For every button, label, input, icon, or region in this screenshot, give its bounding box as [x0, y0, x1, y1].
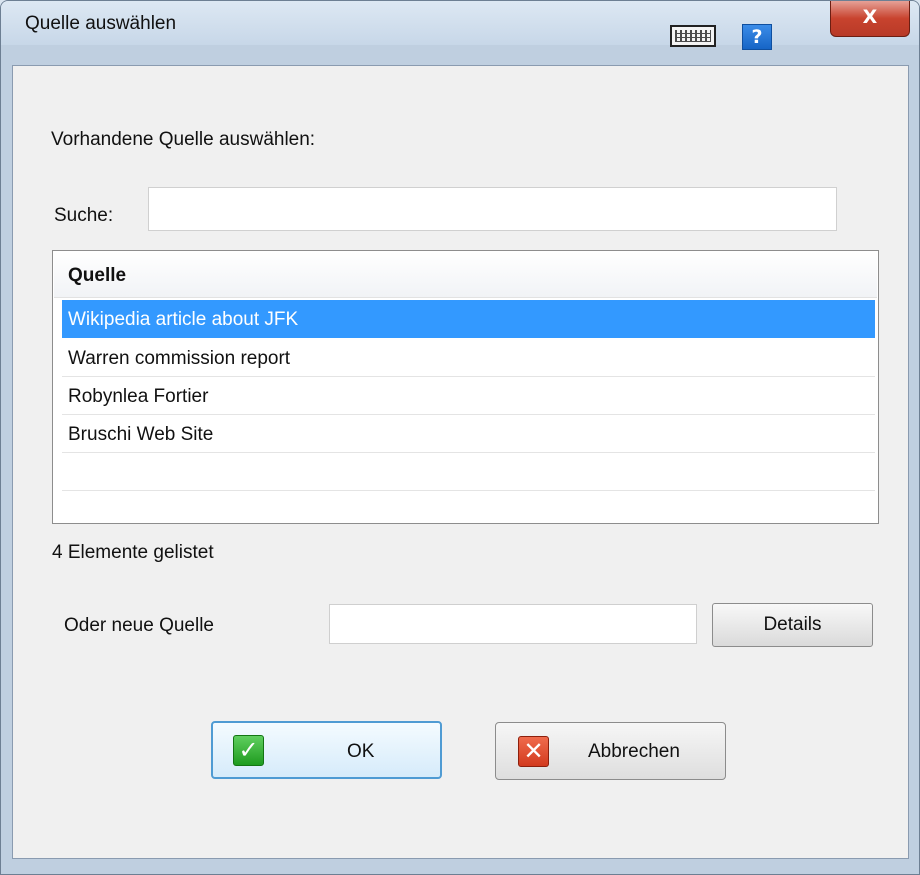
- cross-icon: ✕: [518, 736, 549, 767]
- dialog-window: Quelle auswählen ? X Vorhandene Quelle a…: [0, 0, 920, 875]
- prompt-label: Vorhandene Quelle auswählen:: [51, 129, 316, 150]
- ok-button[interactable]: ✓ OK: [211, 721, 442, 779]
- keyboard-icon[interactable]: [670, 25, 716, 47]
- list-item-label: Robynlea Fortier: [68, 386, 209, 407]
- new-source-label: Oder neue Quelle: [64, 615, 214, 636]
- list-item-label: Warren commission report: [68, 348, 291, 369]
- close-icon: X: [862, 6, 878, 28]
- empty-row: [62, 453, 875, 491]
- list-item[interactable]: Bruschi Web Site: [62, 415, 875, 453]
- ok-button-label: OK: [347, 741, 375, 762]
- list-item-label: Wikipedia article about JFK: [68, 309, 299, 330]
- list-item-label: Bruschi Web Site: [68, 424, 214, 445]
- details-button[interactable]: Details: [712, 603, 873, 647]
- list-item[interactable]: Warren commission report: [62, 339, 875, 377]
- close-button[interactable]: X: [830, 1, 910, 37]
- search-label: Suche:: [54, 205, 114, 226]
- dialog-body: Vorhandene Quelle auswählen: Suche: Quel…: [12, 65, 909, 859]
- column-header-quelle[interactable]: Quelle: [54, 252, 877, 298]
- search-input[interactable]: [148, 187, 837, 231]
- cancel-button[interactable]: ✕ Abbrechen: [495, 722, 726, 780]
- window-title: Quelle auswählen: [25, 13, 177, 34]
- cancel-button-label: Abbrechen: [588, 741, 680, 762]
- check-icon: ✓: [233, 735, 264, 766]
- source-list[interactable]: Quelle Wikipedia article about JFK Warre…: [52, 250, 879, 524]
- help-icon[interactable]: ?: [742, 24, 772, 50]
- list-item[interactable]: Wikipedia article about JFK: [62, 300, 875, 338]
- list-item[interactable]: Robynlea Fortier: [62, 377, 875, 415]
- new-source-input[interactable]: [329, 604, 697, 644]
- item-count: 4 Elemente gelistet: [52, 542, 214, 563]
- title-bar[interactable]: Quelle auswählen ? X: [1, 1, 919, 50]
- column-header-label: Quelle: [68, 265, 127, 286]
